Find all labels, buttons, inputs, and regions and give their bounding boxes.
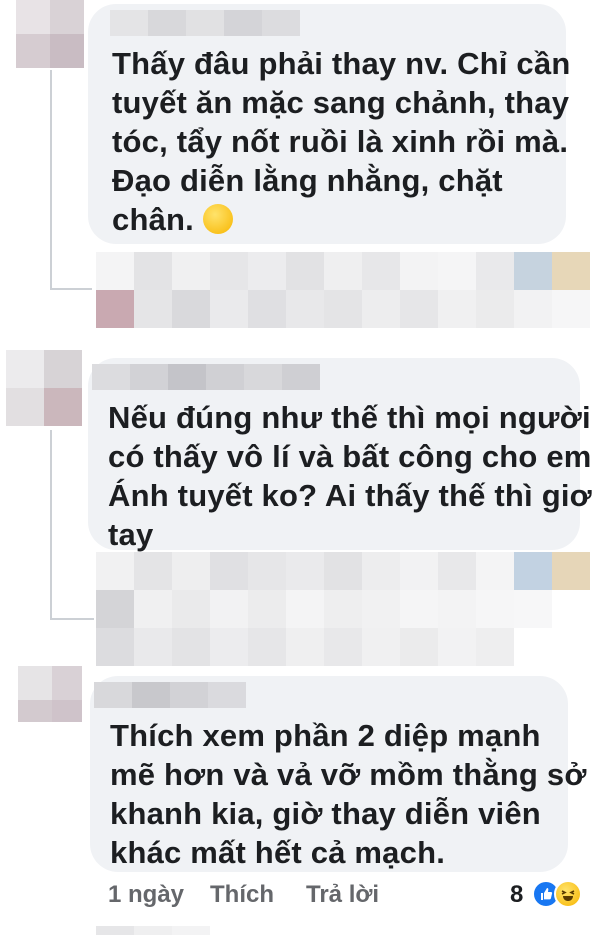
blurred-reply-row <box>96 290 590 328</box>
avatar[interactable] <box>6 350 82 426</box>
reaction-count[interactable]: 8 <box>510 881 523 909</box>
blurred-reply-row <box>96 552 590 590</box>
blurred-reply-row <box>96 252 590 290</box>
like-button[interactable]: Thích <box>210 881 274 909</box>
reply-button[interactable]: Trả lời <box>306 881 379 909</box>
thread-line <box>50 430 52 620</box>
blurred-reply-row <box>96 926 210 935</box>
commenter-name-blurred[interactable] <box>94 682 246 708</box>
blurred-reply-row <box>96 628 514 666</box>
comment-text: Thích xem phần 2 diệp mạnh mẽ hơn và vả … <box>110 718 587 870</box>
thread-line-curve <box>50 618 94 620</box>
avatar[interactable] <box>18 666 82 722</box>
blurred-reply-row <box>96 590 552 628</box>
comment-timestamp[interactable]: 1 ngày <box>108 881 184 909</box>
comment-text: Nếu đúng như thế thì mọi người có thấy v… <box>108 400 592 552</box>
thread-line-curve <box>50 288 92 290</box>
avatar[interactable] <box>16 0 84 68</box>
commenter-name-blurred[interactable] <box>92 364 320 390</box>
comment-text: Thấy đâu phải thay nv. Chỉ cần tuyết ăn … <box>112 46 571 237</box>
rolling-on-floor-laughing-emoji <box>202 204 233 234</box>
haha-icon[interactable] <box>554 880 582 908</box>
commenter-name-blurred[interactable] <box>110 10 300 36</box>
thread-line <box>50 70 52 290</box>
